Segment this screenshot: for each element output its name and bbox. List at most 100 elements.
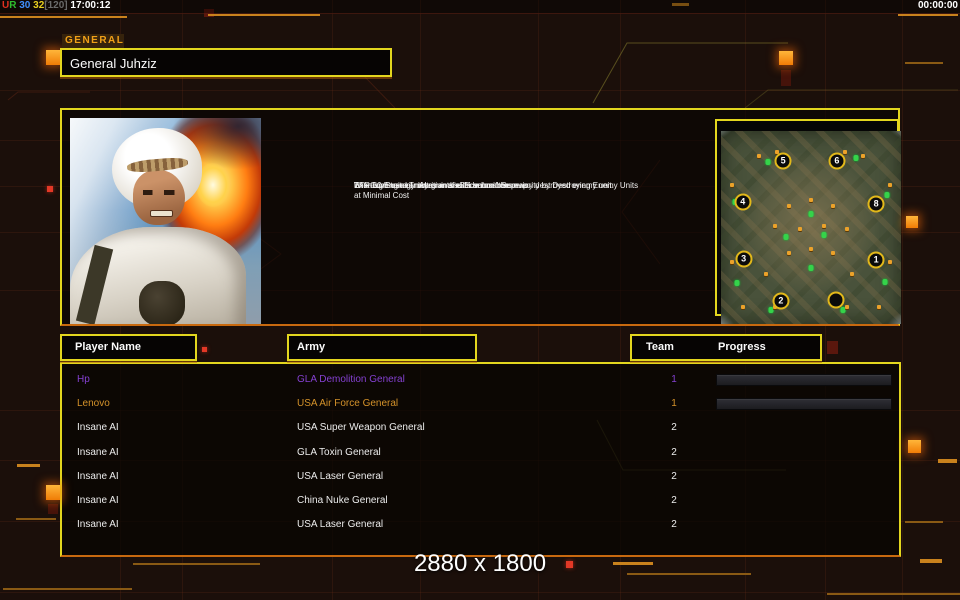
header-team-progress: Team Progress	[630, 334, 822, 361]
player-list: Hp GLA Demolition General 1 Lenovo USA A…	[60, 362, 901, 557]
start-position-marker: 2	[772, 292, 790, 310]
resource-dot	[843, 150, 848, 155]
resource-dot	[809, 246, 813, 251]
decor-square	[46, 50, 60, 65]
resource-dot	[729, 183, 734, 188]
resource-dot	[830, 250, 835, 255]
resource-dot	[861, 154, 866, 159]
decor-line	[208, 14, 320, 16]
map-preview: 5 6 4 8 3 1 2	[721, 131, 901, 324]
table-row: Insane AI China Nuke General 2	[62, 489, 899, 513]
resource-dot	[830, 204, 835, 209]
general-portrait	[70, 118, 261, 324]
decor-square	[906, 216, 918, 228]
player-name: Lenovo	[77, 398, 110, 410]
decor-square	[46, 485, 60, 500]
decor-line	[905, 62, 943, 64]
player-team: 2	[671, 446, 677, 458]
supply-dot	[808, 210, 814, 217]
player-army: GLA Demolition General	[297, 374, 405, 385]
game-timer: 00:00:00	[917, 0, 958, 11]
resource-dot	[845, 227, 849, 232]
player-team: 2	[671, 519, 677, 531]
top-status-bar: UR 30 32[120] 17:00:12 00:00:00	[0, 0, 960, 13]
supply-dot	[884, 191, 890, 198]
decor-line	[16, 518, 56, 520]
decor-line	[827, 593, 960, 595]
decor-square	[827, 341, 838, 354]
resource-dot	[740, 304, 745, 309]
map-preview-frame: 5 6 4 8 3 1 2	[715, 119, 901, 324]
decor-square	[908, 440, 921, 453]
general-info-panel: Winning Strategy: Attrition and Economic…	[60, 108, 901, 326]
supply-dot	[853, 155, 859, 162]
fps-debug-readout: UR 30 32[120] 17:00:12	[2, 0, 110, 11]
start-position-marker: 6	[828, 152, 846, 170]
map-rocks-decor	[886, 309, 901, 324]
start-position-marker: 8	[867, 195, 885, 213]
table-row: Hp GLA Demolition General 1	[62, 368, 899, 392]
resource-dot	[888, 260, 893, 265]
decor-line	[905, 521, 943, 523]
player-team: 2	[671, 495, 677, 506]
debug-segment: 32	[30, 0, 45, 11]
resource-dot	[877, 304, 882, 309]
supply-dot	[821, 232, 827, 239]
strategy-line: The Command Truck grants +3% value from …	[354, 181, 614, 190]
player-army: USA Laser General	[297, 519, 384, 531]
resource-dot	[787, 204, 792, 209]
resource-dot	[787, 250, 792, 255]
start-position-marker: 3	[735, 250, 753, 268]
map-rocks-decor	[721, 131, 736, 142]
decor-line	[938, 459, 957, 463]
table-row: Insane AI GLA Toxin General 2	[62, 441, 899, 465]
table-row: Insane AI USA Super Weapon General 2	[62, 416, 899, 440]
player-army: USA Air Force General	[297, 398, 399, 410]
decor-line	[0, 16, 127, 18]
general-name-value: General Juhziz	[70, 56, 157, 71]
table-row: Lenovo USA Air Force General 1	[62, 392, 899, 416]
progress-bar	[716, 374, 892, 386]
player-name: Insane AI	[77, 470, 119, 482]
resource-dot	[773, 223, 777, 228]
player-team: 2	[671, 470, 677, 482]
debug-segment: [120]	[44, 0, 68, 11]
decor-square	[48, 504, 58, 514]
table-row: Insane AI USA Laser General 2	[62, 465, 899, 489]
player-team: 1	[671, 374, 677, 385]
supply-dot	[765, 158, 771, 165]
supply-dot	[808, 265, 814, 272]
resource-dot	[850, 271, 855, 276]
decor-square	[47, 186, 53, 192]
resource-dot	[798, 227, 803, 232]
debug-segment: 30	[16, 0, 31, 11]
player-name: Hp	[77, 374, 90, 385]
resource-dot	[729, 260, 734, 265]
portrait-mouth	[150, 209, 174, 218]
player-army: China Nuke General	[297, 495, 388, 506]
resource-dot	[845, 304, 849, 309]
player-army: USA Super Weapon General	[297, 422, 425, 434]
resource-dot	[809, 198, 813, 203]
table-row: Insane AI USA Laser General 2	[62, 513, 899, 537]
decor-line	[17, 464, 40, 467]
player-name: Insane AI	[77, 519, 119, 531]
player-name: Insane AI	[77, 446, 119, 458]
player-name: Insane AI	[77, 422, 119, 434]
general-tab-label: GENERAL	[62, 34, 124, 48]
header-team: Team	[646, 341, 674, 353]
resolution-text: 2880 x 1800	[413, 550, 547, 577]
decor-square	[781, 70, 791, 86]
decor-square	[202, 347, 207, 352]
game-lobby-screen: UR 30 32[120] 17:00:12 00:00:00 GENERAL …	[0, 0, 960, 600]
start-position-marker: 5	[774, 152, 792, 170]
resource-dot	[756, 154, 761, 159]
supply-dot	[783, 234, 789, 241]
general-name-field[interactable]: General Juhziz	[60, 48, 392, 77]
resource-dot	[821, 223, 826, 228]
portrait-eyes	[142, 190, 177, 196]
debug-segment: 17:00:12	[67, 0, 111, 11]
header-player-name: Player Name	[60, 334, 197, 361]
supply-dot	[882, 278, 888, 285]
player-team: 1	[671, 398, 677, 410]
